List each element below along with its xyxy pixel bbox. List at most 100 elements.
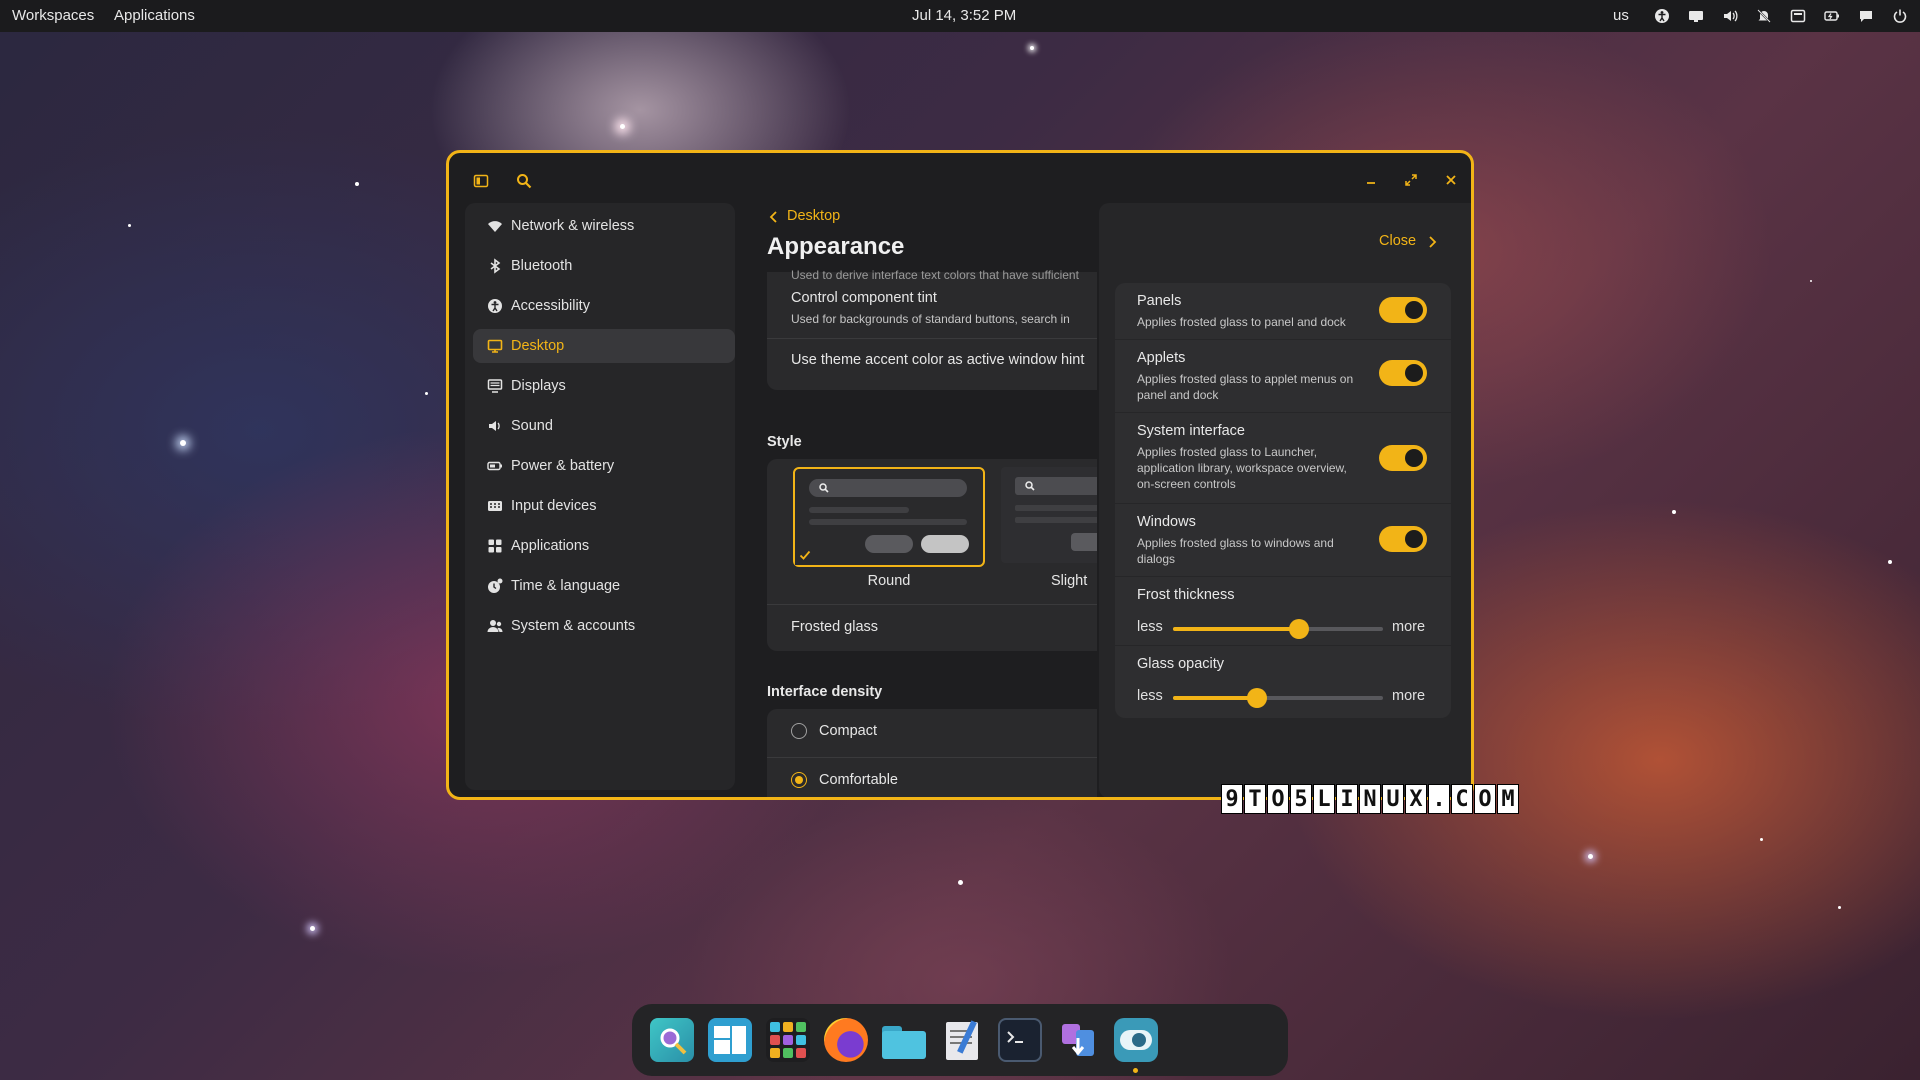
slider-min-label: less [1137, 619, 1163, 635]
power-icon[interactable] [1892, 8, 1908, 24]
watermark-char: 9 [1221, 784, 1243, 814]
sidebar-item-power[interactable]: Power & battery [473, 449, 735, 483]
radio-compact[interactable] [791, 723, 807, 739]
applets-toggle[interactable] [1379, 360, 1427, 386]
style-option-label: Slight [1051, 573, 1088, 589]
tile [770, 1035, 780, 1045]
system-interface-toggle[interactable] [1379, 445, 1427, 471]
firefox-icon[interactable] [824, 1018, 868, 1062]
sidebar-item-accessibility[interactable]: Accessibility [473, 289, 735, 323]
slider-fill [1173, 696, 1257, 700]
search-icon[interactable] [516, 173, 532, 189]
close-panel-button[interactable]: Close [1379, 233, 1437, 249]
bluetooth-icon [490, 258, 501, 274]
screenshot-icon[interactable] [1790, 8, 1806, 24]
applications-button[interactable]: Applications [114, 7, 195, 24]
preview-search-bar [809, 479, 967, 497]
close-icon[interactable] [1445, 174, 1457, 186]
running-indicator [1133, 1068, 1138, 1073]
accessibility-icon[interactable] [1654, 8, 1670, 24]
sidebar-toggle-icon[interactable] [473, 173, 489, 189]
store-icon[interactable] [1056, 1018, 1100, 1062]
toggle-description: Applies frosted glass to Launcher, appli… [1137, 445, 1347, 491]
toggle-title: Windows [1137, 514, 1196, 530]
sound-icon [489, 421, 500, 431]
radio-dot [795, 776, 803, 784]
watermark-char: O [1267, 784, 1289, 814]
windows-toggle-row: Windows Applies frosted glass to windows… [1115, 504, 1451, 576]
slider-title: Frost thickness [1137, 587, 1235, 603]
sidebar-item-network[interactable]: Network & wireless [473, 209, 735, 243]
maximize-icon[interactable] [1405, 174, 1417, 186]
launcher-icon[interactable] [650, 1018, 694, 1062]
toggle-knob [1405, 530, 1423, 548]
density-option-label: Compact [819, 723, 878, 739]
datetime[interactable]: Jul 14, 3:52 PM [912, 7, 1016, 24]
sidebar-item-bluetooth[interactable]: Bluetooth [473, 249, 735, 283]
style-option-slight[interactable] [1001, 467, 1097, 563]
workspaces-icon[interactable] [708, 1018, 752, 1062]
toggle-title: Applets [1137, 350, 1186, 366]
wifi-icon [488, 221, 502, 232]
sidebar-item-label: Sound [511, 418, 553, 434]
watermark-char: U [1382, 784, 1404, 814]
preview-line [1015, 505, 1097, 511]
windows-toggle[interactable] [1379, 526, 1427, 552]
apps-grid-icon [488, 539, 502, 553]
sidebar-item-label: Input devices [511, 498, 597, 514]
settings-icon[interactable] [1114, 1018, 1158, 1062]
clock-icon [488, 578, 503, 593]
display-icon[interactable] [1688, 8, 1704, 24]
sidebar-item-sound[interactable]: Sound [473, 409, 735, 443]
chat-icon[interactable] [1858, 8, 1874, 24]
battery-icon[interactable] [1824, 8, 1840, 24]
slider-title: Glass opacity [1137, 656, 1225, 672]
preview-search-bar [1015, 477, 1097, 495]
notifications-off-icon[interactable] [1756, 8, 1772, 24]
sidebar-item-applications[interactable]: Applications [473, 529, 735, 563]
selected-marker [795, 545, 815, 565]
text-editor-icon[interactable] [940, 1018, 984, 1062]
preview-line [809, 519, 967, 525]
accent-window-hint-label[interactable]: Use theme accent color as active window … [791, 352, 1084, 368]
appearance-page: Desktop Appearance Used to derive interf… [767, 198, 1097, 797]
sidebar-item-label: Network & wireless [511, 218, 635, 234]
prompt-glyph [1007, 1031, 1023, 1043]
top-panel: Workspaces Applications Jul 14, 3:52 PM … [0, 0, 1920, 32]
workspaces-button[interactable]: Workspaces [12, 7, 94, 24]
style-option-label: Round [867, 573, 911, 589]
glass-opacity-slider[interactable] [1173, 688, 1383, 708]
sidebar-item-displays[interactable]: Displays [473, 369, 735, 403]
style-option-round[interactable] [793, 467, 985, 567]
sidebar-item-time-language[interactable]: Time & language [473, 569, 735, 603]
watermark-char: 5 [1290, 784, 1312, 814]
magnifier-glyph [660, 1028, 687, 1055]
terminal-icon[interactable] [998, 1018, 1042, 1062]
minimize-icon[interactable] [1365, 174, 1377, 186]
control-tint-title: Control component tint [791, 290, 937, 306]
slider-max-label: more [1392, 619, 1426, 635]
app-library-icon[interactable] [766, 1018, 810, 1062]
frosted-glass-label[interactable]: Frosted glass [791, 619, 878, 635]
sidebar-item-label: Power & battery [511, 458, 615, 474]
sidebar-item-desktop[interactable]: Desktop [473, 329, 735, 363]
sidebar-item-label: Displays [511, 378, 566, 394]
close-panel-label: Close [1379, 233, 1417, 249]
frost-thickness-slider[interactable] [1173, 619, 1383, 639]
sidebar-item-input-devices[interactable]: Input devices [473, 489, 735, 523]
panels-toggle[interactable] [1379, 297, 1427, 323]
radio-comfortable[interactable] [791, 772, 807, 788]
files-icon[interactable] [882, 1018, 926, 1062]
tile [783, 1022, 793, 1032]
slider-thumb[interactable] [1289, 619, 1309, 639]
volume-icon[interactable] [1722, 8, 1738, 24]
search-icon [1025, 481, 1035, 491]
toggle-knob [1405, 364, 1423, 382]
slider-min-label: less [1137, 688, 1163, 704]
preview-line [809, 507, 909, 513]
keyboard-layout[interactable]: us [1613, 7, 1629, 24]
density-header: Interface density [767, 684, 883, 700]
sidebar-item-system-accounts[interactable]: System & accounts [473, 609, 735, 643]
slider-thumb[interactable] [1247, 688, 1267, 708]
tile [783, 1035, 793, 1045]
